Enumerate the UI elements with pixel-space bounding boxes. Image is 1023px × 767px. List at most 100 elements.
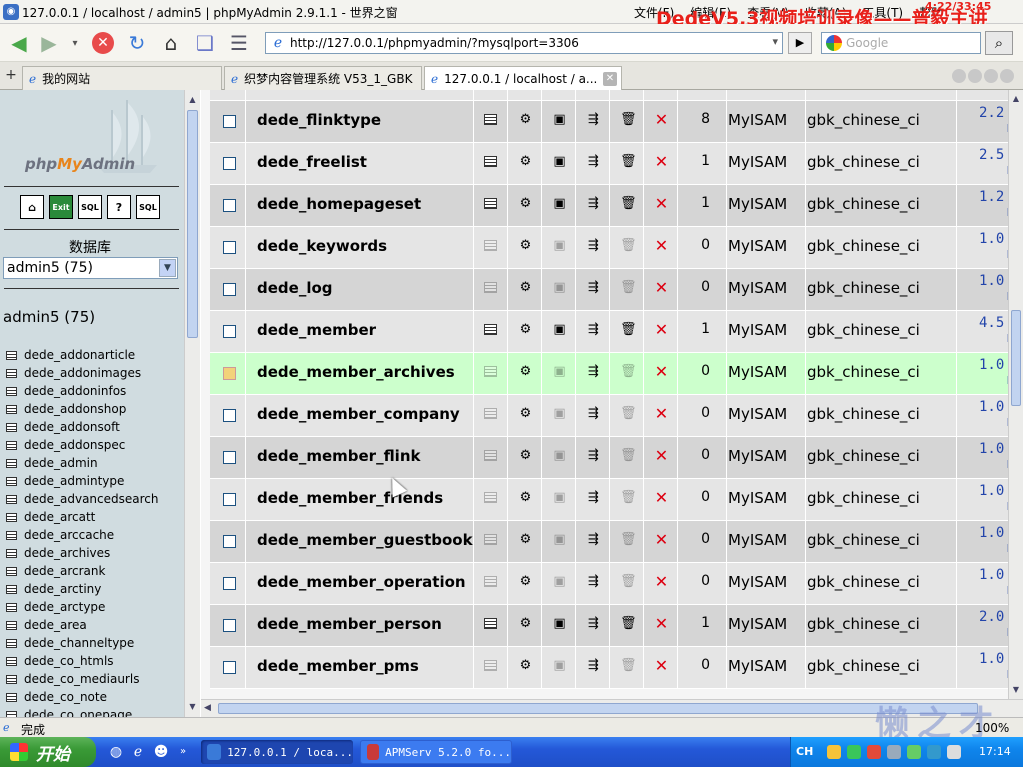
home-icon[interactable]: ⌂ (20, 195, 44, 219)
browse-icon[interactable] (484, 492, 497, 503)
structure-icon[interactable]: ⚙ (518, 658, 533, 673)
sidebar-table-item[interactable]: dede_arcatt (6, 508, 159, 526)
browse-icon[interactable] (484, 282, 497, 293)
table-size[interactable]: 2.0KB (979, 610, 1008, 640)
tray-qq-icon[interactable] (867, 745, 881, 759)
row-checkbox[interactable] (223, 451, 236, 464)
sidebar-table-label[interactable]: dede_arcatt (24, 510, 95, 524)
phpmyadmin-logo[interactable]: phpMyAdmin (0, 90, 184, 185)
table-name-link[interactable]: dede_member_company (257, 405, 460, 423)
table-name-link[interactable]: dede_keywords (257, 237, 387, 255)
input-language[interactable]: CH (796, 745, 813, 758)
browse-icon[interactable] (484, 114, 497, 125)
tab-list-icon[interactable] (952, 69, 966, 83)
table-name-link[interactable]: dede_member_flink (257, 447, 420, 465)
table-icon[interactable] (6, 458, 17, 468)
forward-arrow-icon[interactable]: ▶ (36, 30, 62, 56)
structure-icon[interactable]: ⚙ (518, 196, 533, 211)
main-vertical-scrollbar[interactable]: ▲ ▼ (1008, 90, 1023, 699)
drop-table-icon[interactable]: ✕ (654, 112, 669, 128)
sidebar-table-item[interactable]: dede_addonshop (6, 400, 159, 418)
empty-table-icon[interactable]: 🗑 (620, 658, 637, 673)
row-checkbox[interactable] (223, 535, 236, 548)
tray-app-icon[interactable] (847, 745, 861, 759)
insert-row-icon[interactable]: ⇶ (586, 490, 601, 505)
sidebar-table-label[interactable]: dede_arctiny (24, 582, 101, 596)
scroll-down-icon[interactable]: ▼ (1010, 684, 1022, 696)
sidebar-table-label[interactable]: dede_addoninfos (24, 384, 126, 398)
sidebar-table-label[interactable]: dede_arctype (24, 600, 105, 614)
go-button[interactable]: ▶ (788, 32, 812, 54)
structure-icon[interactable]: ⚙ (518, 280, 533, 295)
home-icon[interactable]: ⌂ (158, 30, 184, 56)
address-dropdown-icon[interactable]: ▾ (772, 35, 778, 48)
table-size[interactable]: 1.0KB (979, 484, 1008, 514)
row-checkbox[interactable] (223, 115, 236, 128)
table-icon[interactable] (6, 476, 17, 486)
table-icon[interactable] (6, 656, 17, 666)
insert-row-icon[interactable]: ⇶ (586, 658, 601, 673)
sidebar-table-label[interactable]: dede_admintype (24, 474, 124, 488)
tab-phpmyadmin[interactable]: ℯ 127.0.0.1 / localhost / a... ✕ (424, 66, 622, 91)
table-size[interactable]: 1.0KB (979, 526, 1008, 556)
table-size[interactable]: 2.5KB (979, 148, 1008, 178)
sidebar-table-item[interactable]: dede_arctiny (6, 580, 159, 598)
table-icon[interactable] (6, 638, 17, 648)
search-input[interactable]: Google (821, 32, 981, 54)
table-name-link[interactable]: dede_member_friends (257, 489, 443, 507)
empty-table-icon[interactable]: 🗑 (620, 490, 637, 505)
table-size[interactable]: 3.0KB (979, 90, 1008, 94)
browse-icon[interactable] (484, 450, 497, 461)
insert-row-icon[interactable]: ⇶ (586, 616, 601, 631)
insert-row-icon[interactable]: ⇶ (586, 280, 601, 295)
browse-icon[interactable] (484, 534, 497, 545)
empty-table-icon[interactable]: 🗑 (620, 196, 637, 211)
sidebar-table-item[interactable]: dede_addonarticle (6, 346, 159, 364)
structure-icon[interactable]: ⚙ (518, 532, 533, 547)
browse-icon[interactable] (484, 366, 497, 377)
sidebar-table-item[interactable]: dede_arcrank (6, 562, 159, 580)
scrollbar-thumb[interactable] (187, 110, 198, 338)
table-row[interactable]: dede_member ⚙ ▣ ⇶ 🗑 ✕ 1 MyISAM gbk_chinese_ci 4.5… (210, 311, 1008, 353)
ie-quicklaunch-icon[interactable]: ◍ (108, 744, 124, 760)
sidebar-table-label[interactable]: dede_admin (24, 456, 98, 470)
table-name-link[interactable]: dede_log (257, 279, 333, 297)
empty-table-icon[interactable]: 🗑 (620, 238, 637, 253)
database-heading[interactable]: admin5 (75) (3, 308, 95, 326)
table-icon[interactable] (6, 602, 17, 612)
search-table-icon[interactable]: ▣ (552, 112, 567, 127)
search-table-icon[interactable]: ▣ (552, 532, 567, 547)
stop-icon[interactable]: ✕ (90, 30, 116, 56)
drop-table-icon[interactable]: ✕ (654, 490, 669, 506)
taskbar-item-apmserv[interactable]: APMServ 5.2.0 fo... (360, 740, 512, 764)
qq-quicklaunch-icon[interactable]: ☻ (153, 744, 169, 760)
sidebar-table-item[interactable]: dede_addoninfos (6, 382, 159, 400)
empty-table-icon[interactable]: 🗑 (620, 322, 637, 337)
table-icon[interactable] (6, 404, 17, 414)
table-icon[interactable] (6, 530, 17, 540)
table-name-link[interactable]: dede_flinktype (257, 111, 381, 129)
sidebar-table-item[interactable]: dede_co_note (6, 688, 159, 706)
search-table-icon[interactable]: ▣ (552, 448, 567, 463)
empty-table-icon[interactable]: 🗑 (620, 406, 637, 421)
table-icon[interactable] (6, 512, 17, 522)
address-url[interactable]: http://127.0.0.1/phpmyadmin/?mysqlport=3… (290, 36, 579, 50)
favorites-icon[interactable]: ☰ (226, 30, 252, 56)
table-icon[interactable] (6, 620, 17, 630)
table-row[interactable]: dede_homepageset ⚙ ▣ ⇶ 🗑 ✕ 1 MyISAM gbk_chinese_… (210, 185, 1008, 227)
drop-table-icon[interactable]: ✕ (654, 574, 669, 590)
table-row[interactable]: dede_member_archives ⚙ ▣ ⇶ 🗑 ✕ 0 MyISAM gbk_chin… (210, 353, 1008, 395)
table-icon[interactable] (6, 386, 17, 396)
browse-icon[interactable] (484, 660, 497, 671)
browse-icon[interactable] (484, 156, 497, 167)
table-name-link[interactable]: dede_freelist (257, 153, 367, 171)
table-row[interactable]: dede_member_company ⚙ ▣ ⇶ 🗑 ✕ 0 MyISAM gbk_chine… (210, 395, 1008, 437)
history-icon[interactable]: ❑ (192, 30, 218, 56)
insert-row-icon[interactable]: ⇶ (586, 532, 601, 547)
tab-right-icon[interactable] (984, 69, 998, 83)
chevron-down-icon[interactable]: ▼ (159, 259, 176, 277)
tray-app-icon[interactable] (827, 745, 841, 759)
row-checkbox[interactable] (223, 199, 236, 212)
scroll-up-icon[interactable]: ▲ (1010, 93, 1022, 105)
browse-icon[interactable] (484, 240, 497, 251)
